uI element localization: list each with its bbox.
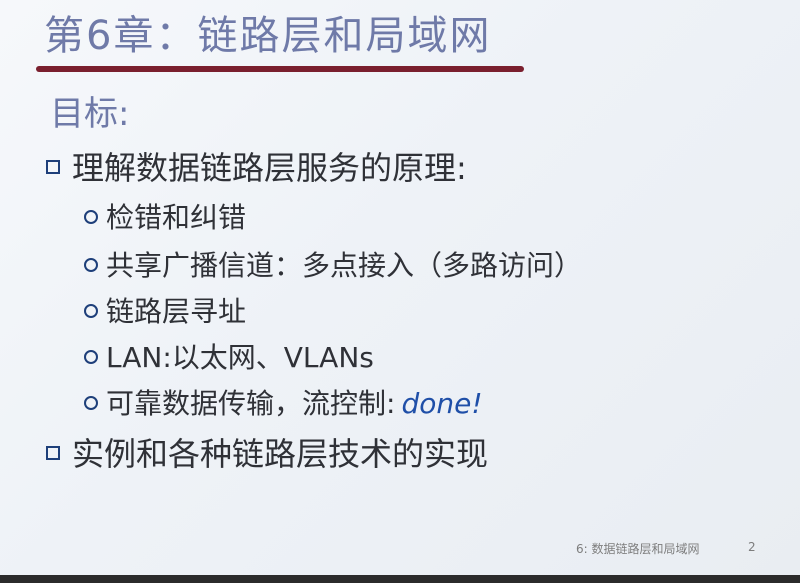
page-number: 2: [748, 540, 756, 554]
sub-bullet-item: 可靠数据传输，流控制: done!: [84, 386, 483, 422]
bullet-item: 实例和各种链路层技术的实现: [46, 434, 488, 474]
circle-bullet-icon: [84, 210, 98, 224]
sub-bullet-item: 共享广播信道：多点接入（多路访问）: [84, 248, 582, 284]
slide-footer: 6: 数据链路层和局域网: [576, 542, 700, 556]
sub-bullet-item: LAN:以太网、VLANs: [84, 340, 374, 376]
bullet-item: 理解数据链路层服务的原理:: [46, 148, 467, 188]
circle-bullet-icon: [84, 396, 98, 410]
circle-bullet-icon: [84, 304, 98, 318]
slide: 第6章：链路层和局域网 目标: 理解数据链路层服务的原理: 检错和纠错 共享广播…: [0, 0, 800, 575]
circle-bullet-icon: [84, 350, 98, 364]
bottom-bar: [0, 575, 800, 583]
sub-bullet-item: 链路层寻址: [84, 294, 246, 330]
slide-title: 第6章：链路层和局域网: [44, 13, 492, 59]
goal-heading: 目标:: [50, 94, 130, 134]
sub-bullet-item: 检错和纠错: [84, 200, 246, 236]
square-bullet-icon: [46, 446, 60, 460]
done-label: done!: [401, 387, 483, 420]
circle-bullet-icon: [84, 258, 98, 272]
title-underline: [36, 66, 524, 72]
square-bullet-icon: [46, 160, 60, 174]
